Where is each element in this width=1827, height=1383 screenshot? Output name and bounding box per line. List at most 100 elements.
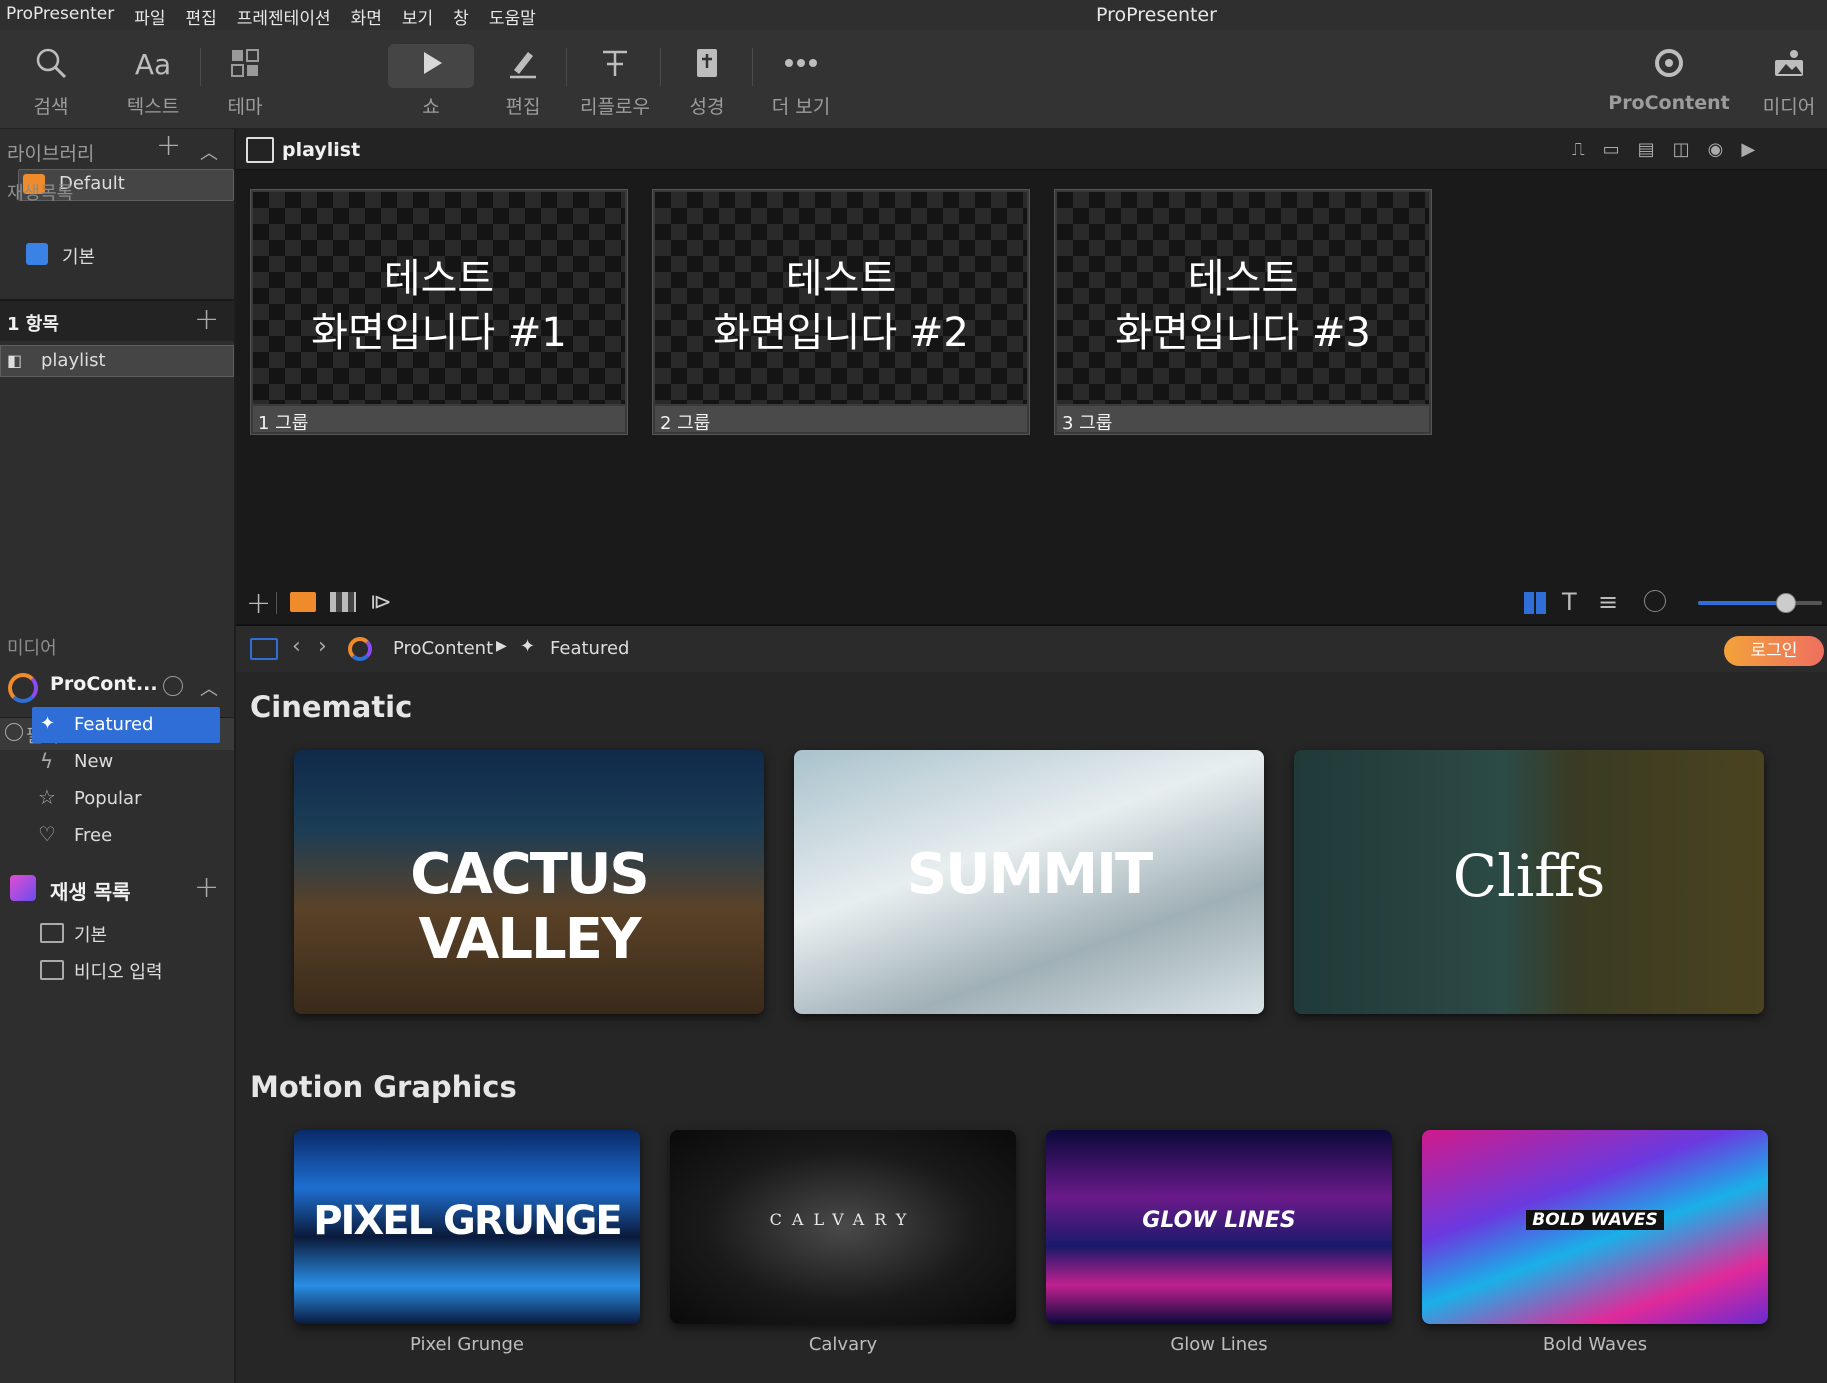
options-icon[interactable] (1644, 590, 1666, 612)
bible-button[interactable]: 성경 (660, 30, 754, 128)
slide-text-line-2: 화면입니다 #3 (1115, 310, 1371, 356)
transparent-icon[interactable] (330, 592, 356, 612)
sidebar-toggle-icon[interactable] (250, 638, 278, 660)
toolbar-divider (566, 48, 567, 86)
slide-thumbnail: 테스트 화면입니다 #2 (655, 192, 1027, 404)
popular-item[interactable]: ☆ Popular (32, 782, 220, 816)
search-icon (4, 46, 98, 84)
glow-lines-card[interactable]: GLOW LINES (1046, 1130, 1392, 1324)
sparkle-icon: ✦ (40, 713, 56, 734)
globe-icon[interactable] (163, 676, 183, 696)
summit-card[interactable]: SUMMIT (794, 750, 1264, 1014)
theme-button[interactable]: 테마 (198, 30, 292, 128)
breadcrumb-root[interactable]: ProContent (393, 638, 493, 659)
card-title: Cliffs (1452, 842, 1606, 910)
playlist-basic-label: 기본 (62, 247, 96, 268)
main-toolbar: 검색 Aa 텍스트 테마 쇼 편집 리플로우 성경 더 보기 ProConten… (0, 30, 1827, 129)
footer-divider (276, 592, 277, 614)
forward-icon[interactable]: › (318, 634, 327, 659)
card-title: BOLD WAVES (1526, 1210, 1664, 1230)
slide-3[interactable]: 테스트 화면입니다 #3 3 그룹 (1054, 189, 1432, 435)
edit-label: 편집 (505, 96, 541, 118)
new-label: New (74, 751, 114, 772)
menu-edit[interactable]: 편집 (185, 4, 216, 29)
media-button[interactable]: 미디어 (1744, 30, 1827, 128)
procontent-logo-icon (8, 673, 38, 703)
collapse-icon[interactable]: ︿ (200, 139, 218, 165)
card-title: CACTUS VALLEY (410, 842, 650, 972)
next-icon[interactable]: ▶ (1741, 139, 1755, 160)
layout-icon[interactable]: ◫ (1673, 139, 1690, 160)
more-dots-icon (754, 46, 848, 84)
props-icon[interactable]: ⎍ (1572, 139, 1585, 160)
login-button[interactable]: 로그인 (1724, 636, 1824, 666)
show-button[interactable]: 쇼 (384, 30, 478, 128)
text-button[interactable]: Aa 텍스트 (106, 30, 200, 128)
menu-help[interactable]: 도움말 (489, 4, 536, 29)
playlist-basic-item[interactable]: 기본 (24, 241, 214, 269)
text-label: 텍스트 (126, 96, 180, 118)
media-basic-item[interactable]: 기본 (32, 915, 220, 949)
item-count: 1 항목 (7, 314, 59, 335)
collapse-procontent-icon[interactable]: ︿ (200, 675, 218, 701)
media-icon (1744, 46, 1827, 84)
cactus-valley-card[interactable]: CACTUS VALLEY (294, 750, 764, 1014)
slide-2[interactable]: 테스트 화면입니다 #2 2 그룹 (652, 189, 1030, 435)
text-view-icon[interactable]: T (1562, 588, 1577, 616)
search-button[interactable]: 검색 (4, 30, 98, 128)
slide-1[interactable]: 테스트 화면입니다 #1 1 그룹 (250, 189, 628, 435)
slide-group-label: 3 그룹 (1062, 413, 1113, 434)
list-view-icon[interactable]: ≡ (1598, 588, 1618, 616)
new-item[interactable]: ϟ New (32, 745, 220, 779)
breadcrumb-separator-icon: ▶ (496, 638, 507, 654)
play-icon (384, 46, 478, 84)
featured-item[interactable]: ✦ Featured (32, 707, 220, 743)
record-icon[interactable]: ◉ (1708, 139, 1724, 160)
menu-window[interactable]: 창 (453, 4, 469, 29)
procontent-label: ProContent (1608, 92, 1730, 114)
bold-waves-card[interactable]: BOLD WAVES (1422, 1130, 1768, 1324)
calvary-card[interactable]: CALVARY (670, 1130, 1016, 1324)
slide-text-line-1: 테스트 (1187, 256, 1299, 302)
menu-screen[interactable]: 화면 (351, 4, 382, 29)
media-title: 미디어 (7, 638, 57, 659)
video-input-item[interactable]: 비디오 입력 (32, 952, 220, 986)
menu-presentation[interactable]: 프레젠테이션 (237, 4, 331, 29)
more-button[interactable]: 더 보기 (754, 30, 848, 128)
search-label: 검색 (33, 96, 69, 118)
zoom-slider-handle[interactable] (1776, 593, 1796, 613)
card-caption: Pixel Grunge (409, 1334, 525, 1355)
timers-icon[interactable]: ▤ (1638, 139, 1655, 160)
free-item[interactable]: ♡ Free (32, 819, 220, 853)
menu-bar: ProPresenter 파일 편집 프레젠테이션 화면 보기 창 도움말 Pr… (0, 0, 1827, 30)
playlist-item-row[interactable]: ◧ playlist (0, 345, 234, 377)
slide-thumbnail: 테스트 화면입니다 #1 (253, 192, 625, 404)
slide-view-icon[interactable] (290, 592, 316, 612)
card-title-wrapper: BOLD WAVES (1422, 1210, 1768, 1230)
back-icon[interactable]: ‹ (292, 634, 301, 659)
pixel-grunge-card[interactable]: PIXEL GRUNGE (294, 1130, 640, 1324)
transition-icon[interactable]: ⧐ (370, 590, 392, 615)
grid-view-icon[interactable] (1524, 592, 1546, 614)
playlists-title: 재생목록 (7, 183, 74, 204)
cliffs-card[interactable]: Cliffs (1294, 750, 1764, 1014)
reflow-button[interactable]: 리플로우 (568, 30, 662, 128)
menu-app[interactable]: ProPresenter (6, 4, 114, 29)
add-library-icon[interactable]: + (156, 131, 181, 161)
procontent-section[interactable]: ProCont... ︿ (0, 669, 234, 705)
presentation-icon: ◧ (7, 351, 23, 370)
procontent-button[interactable]: ProContent (1606, 30, 1732, 128)
stage-icon[interactable]: ▭ (1603, 139, 1620, 160)
add-item-icon[interactable]: + (194, 305, 219, 335)
edit-button[interactable]: 편집 (476, 30, 570, 128)
card-title: SUMMIT (906, 842, 1153, 907)
menu-view[interactable]: 보기 (402, 4, 433, 29)
media-browser: ‹ › ProContent ▶ ✦ Featured 로그인 Cinemati… (236, 624, 1827, 1383)
menu-file[interactable]: 파일 (134, 4, 165, 29)
zoom-slider[interactable] (1698, 593, 1822, 613)
card-caption: Bold Waves (1542, 1334, 1648, 1355)
library-header: 라이브러리 + ︿ (0, 129, 234, 169)
theme-label: 테마 (227, 96, 263, 118)
add-slide-icon[interactable]: + (246, 586, 271, 621)
add-media-playlist-icon[interactable]: + (194, 873, 219, 903)
